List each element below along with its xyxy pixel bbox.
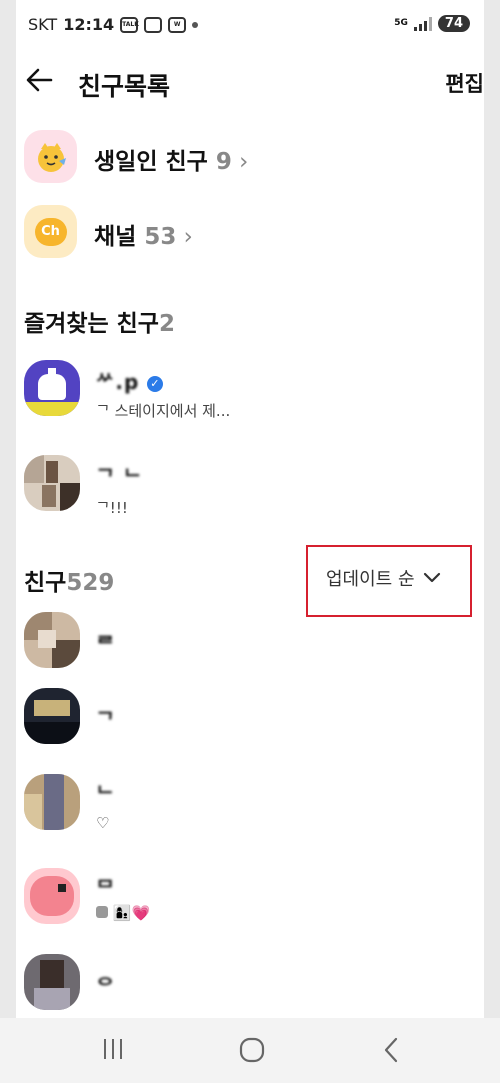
avatar bbox=[24, 360, 80, 416]
avatar bbox=[24, 954, 80, 1010]
favorites-count: 2 bbox=[158, 311, 175, 337]
friend-name: ᄀ bbox=[96, 708, 116, 732]
favorites-label: 즐겨찾는 친구 bbox=[24, 311, 159, 337]
home-icon[interactable] bbox=[238, 1036, 266, 1071]
sort-label: 업데이트 순 bbox=[326, 569, 415, 590]
avatar bbox=[24, 868, 80, 924]
avatar bbox=[24, 688, 80, 744]
friend-name: ᄽ.p ✓ bbox=[96, 366, 164, 395]
signal-icon bbox=[413, 16, 432, 31]
back-arrow-icon[interactable] bbox=[24, 65, 54, 102]
favorite-friend-item[interactable]: ᄀ ᄂ ᄀ!!! bbox=[16, 455, 484, 535]
people-emoji-icon: 👩‍👦 bbox=[112, 904, 132, 922]
friend-name: ᄂ bbox=[96, 782, 116, 806]
birthday-icon bbox=[24, 130, 77, 183]
chevron-right-icon: › bbox=[176, 224, 193, 250]
status-bar: SKT 12:14 TALK W 5G 74 bbox=[16, 0, 484, 50]
sort-dropdown[interactable]: 업데이트 순 bbox=[326, 565, 441, 591]
header: 친구목록 편집 bbox=[16, 55, 484, 111]
chevron-down-icon bbox=[423, 568, 441, 589]
avatar bbox=[24, 455, 80, 511]
network-5g-icon: 5G bbox=[394, 18, 408, 28]
heart-emoji-icon: 💗 bbox=[131, 904, 151, 922]
clock: 12:14 bbox=[63, 15, 115, 34]
channel-row[interactable]: Ch 채널 53 › bbox=[16, 205, 484, 265]
kakaotalk-icon: TALK bbox=[120, 16, 139, 33]
back-icon[interactable] bbox=[380, 1036, 404, 1071]
avatar bbox=[24, 612, 80, 668]
friend-name: ᄋ bbox=[96, 974, 116, 998]
birthday-friends-row[interactable]: 생일인 친구 9 › bbox=[16, 130, 484, 190]
friend-status: ᄀ!!! bbox=[96, 499, 128, 517]
friends-label: 친구 bbox=[24, 570, 67, 596]
friend-item[interactable]: ᄀ bbox=[16, 688, 484, 768]
friend-status: 👩‍👦💗 bbox=[96, 904, 150, 922]
chevron-right-icon: › bbox=[231, 149, 249, 175]
channel-icon: Ch bbox=[24, 205, 77, 258]
friends-count: 529 bbox=[66, 570, 115, 596]
channel-count: 53 bbox=[144, 224, 177, 250]
favorites-header: 즐겨찾는 친구2 bbox=[24, 304, 175, 338]
phone-screen: SKT 12:14 TALK W 5G 74 친구목록 편집 생일인 친구 9 … bbox=[16, 0, 484, 1083]
friend-item[interactable]: ᄅ bbox=[16, 612, 484, 692]
webtoon-icon: W bbox=[168, 16, 187, 33]
favorite-friend-item[interactable]: ᄽ.p ✓ ᄀ 스테이지에서 제... bbox=[16, 360, 484, 440]
birthday-label: 생일인 친구 bbox=[94, 149, 208, 175]
battery-indicator: 74 bbox=[437, 15, 470, 32]
friend-name: ᄀ ᄂ bbox=[96, 465, 143, 489]
verified-badge-icon: ✓ bbox=[147, 375, 164, 392]
friend-name: ᄅ bbox=[96, 632, 116, 656]
page-title: 친구목록 bbox=[78, 72, 171, 101]
friend-status: ᄀ 스테이지에서 제... bbox=[96, 402, 231, 420]
friend-item[interactable]: ᄆ 👩‍👦💗 bbox=[16, 868, 484, 948]
carrier: SKT bbox=[28, 15, 58, 34]
friends-header: 친구529 bbox=[24, 563, 114, 597]
friend-name: ᄆ bbox=[96, 876, 116, 900]
screen-icon bbox=[144, 16, 163, 33]
channel-label: 채널 bbox=[94, 224, 137, 250]
edit-button[interactable]: 편집 bbox=[445, 68, 484, 98]
friend-status: ♡ bbox=[96, 814, 110, 832]
more-notifications-icon bbox=[192, 21, 199, 28]
birthday-count: 9 bbox=[215, 149, 232, 175]
avatar bbox=[24, 774, 80, 830]
recent-apps-icon[interactable] bbox=[100, 1036, 126, 1069]
navigation-bar bbox=[0, 1018, 500, 1083]
channel-badge: Ch bbox=[34, 217, 67, 246]
friend-item[interactable]: ᄂ ♡ bbox=[16, 774, 484, 854]
